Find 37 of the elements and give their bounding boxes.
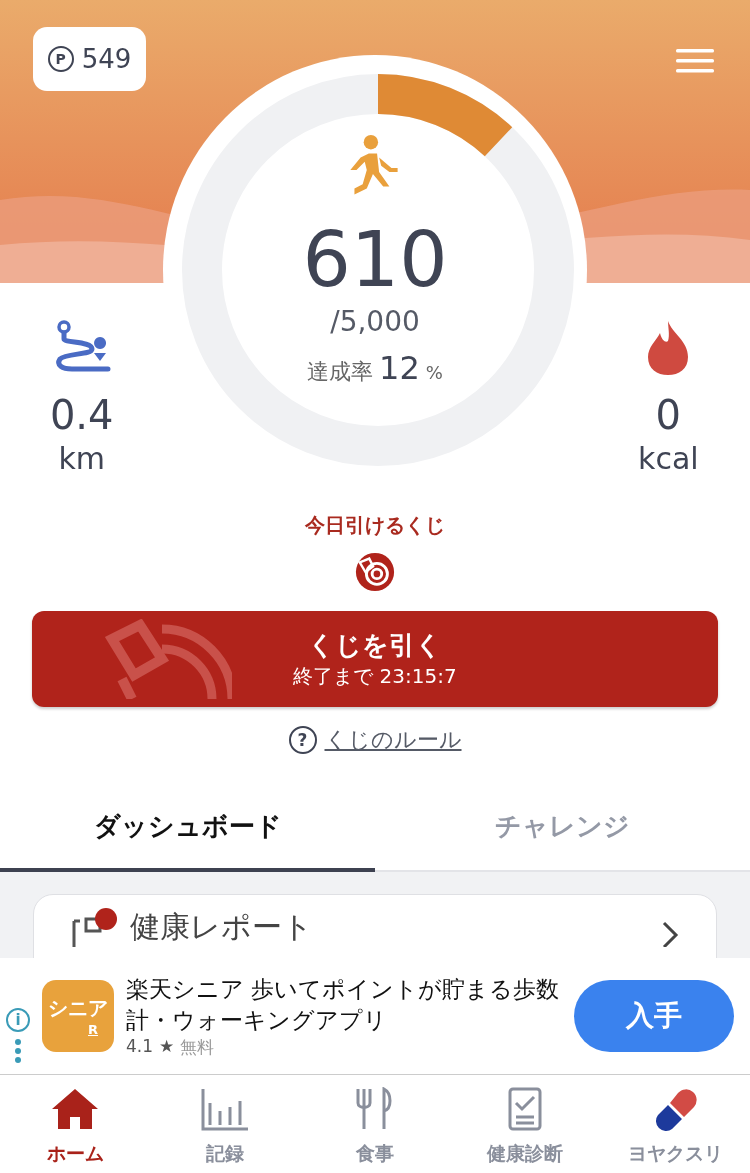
get-button[interactable]: 入手: [574, 980, 734, 1052]
points-value: 549: [81, 44, 132, 74]
app-price: 無料: [180, 1035, 215, 1059]
stat-unit: km: [58, 440, 105, 478]
card-title: 健康レポート: [130, 908, 314, 946]
points-badge[interactable]: P 549: [33, 27, 146, 91]
more-icon[interactable]: [14, 1038, 22, 1064]
star-icon: ★: [159, 1035, 175, 1059]
app-icon[interactable]: シニア R: [42, 980, 114, 1052]
stat-unit: kcal: [638, 440, 699, 478]
report-card[interactable]: 健康レポート: [33, 894, 717, 958]
nav-item[interactable]: ヨヤクスリ: [600, 1075, 750, 1173]
app-rating: 4.1: [126, 1035, 154, 1058]
nav-item[interactable]: ホーム: [0, 1075, 150, 1173]
rules-link[interactable]: くじのルール: [324, 725, 462, 755]
house-icon: [50, 1087, 100, 1131]
help-icon: ?: [288, 726, 317, 754]
nav-item[interactable]: 記録: [150, 1075, 300, 1173]
tab[interactable]: チャレンジ: [375, 795, 750, 872]
points-icon: P: [47, 46, 74, 72]
rate-value: 12: [379, 349, 420, 387]
nav-item[interactable]: 健康診断: [450, 1075, 600, 1173]
ad-title[interactable]: 楽天シニア 歩いてポイントが貯まる歩数計・ウォーキングアプリ: [126, 973, 562, 1036]
stat-value: 0: [655, 391, 682, 439]
stat-value: 0.4: [49, 391, 114, 439]
nav-item[interactable]: 食事: [300, 1075, 450, 1173]
report-icon: [70, 907, 120, 947]
bar-chart-icon: [200, 1087, 250, 1131]
step-count: 610: [302, 215, 448, 305]
target-icon: [354, 551, 396, 593]
step-goal: /5,000: [330, 305, 420, 339]
lottery-heading: 今日引けるくじ: [305, 512, 445, 539]
rate-unit: %: [425, 362, 443, 383]
menu-icon[interactable]: [676, 49, 714, 73]
info-icon[interactable]: i: [6, 1008, 30, 1032]
rate-label: 達成率: [307, 358, 374, 386]
draw-lottery-button[interactable]: くじを引く 終了まで 23:15:7: [32, 611, 718, 707]
